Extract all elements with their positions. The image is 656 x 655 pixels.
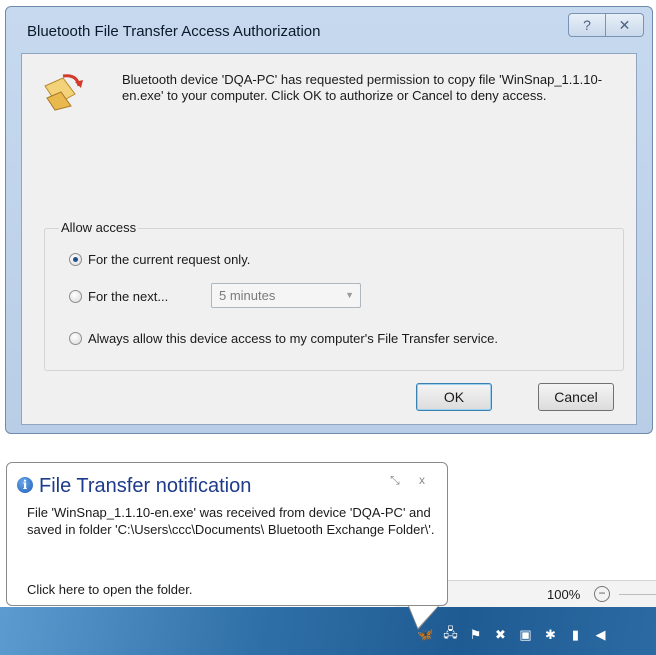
ok-button[interactable]: OK: [416, 383, 492, 411]
help-button[interactable]: ?: [568, 13, 606, 37]
display-icon[interactable]: ▣: [518, 627, 533, 642]
cancel-button[interactable]: Cancel: [538, 383, 614, 411]
allow-access-group: Allow access For the current request onl…: [44, 220, 624, 371]
option-current-request-label: For the current request only.: [88, 252, 251, 267]
option-for-next-label: For the next...: [88, 289, 169, 304]
zoom-out-button[interactable]: −: [594, 586, 610, 602]
notification-body: File 'WinSnap_1.1.10-en.exe' was receive…: [27, 505, 435, 537]
network-icon[interactable]: 🖧: [443, 625, 458, 642]
zoom-level: 100%: [547, 587, 581, 602]
option-current-request[interactable]: For the current request only.: [69, 252, 250, 267]
option-always-allow[interactable]: Always allow this device access to my co…: [69, 331, 498, 346]
permission-message: Bluetooth device 'DQA-PC' has requested …: [122, 72, 603, 103]
authorization-dialog: Bluetooth File Transfer Access Authoriza…: [5, 6, 653, 434]
info-icon: i: [17, 477, 33, 493]
dialog-title: Bluetooth File Transfer Access Authoriza…: [27, 23, 321, 40]
help-icon: ?: [583, 17, 591, 33]
action-center-flag-icon[interactable]: ⚑: [468, 627, 483, 642]
duration-select[interactable]: 5 minutes ▼: [211, 283, 361, 308]
balloon-tail: [409, 606, 438, 628]
cancel-icon[interactable]: ✖: [493, 627, 508, 642]
close-button[interactable]: ✕: [606, 13, 644, 37]
option-for-next[interactable]: For the next...: [69, 289, 168, 304]
radio-current-request[interactable]: [69, 253, 82, 266]
allow-access-label: Allow access: [59, 220, 139, 235]
file-transfer-notification[interactable]: i File Transfer notification ⤡ x File 'W…: [6, 462, 448, 630]
notification-title: File Transfer notification: [39, 475, 252, 497]
system-tray: 🦋 🖧 ⚑ ✖ ▣ ✱ ▮ ◀: [417, 625, 608, 642]
chevron-down-icon: ▼: [345, 290, 354, 300]
zoom-slider[interactable]: [619, 594, 656, 595]
radio-for-next[interactable]: [69, 290, 82, 303]
open-folder-link[interactable]: Click here to open the folder.: [27, 582, 193, 597]
bluetooth-icon[interactable]: ✱: [543, 627, 558, 642]
battery-icon[interactable]: ▮: [568, 627, 583, 642]
option-always-allow-label: Always allow this device access to my co…: [88, 331, 498, 346]
duration-value: 5 minutes: [219, 288, 276, 303]
dialog-client-area: Bluetooth device 'DQA-PC' has requested …: [21, 53, 637, 425]
window-buttons: ? ✕: [568, 13, 644, 37]
radio-always-allow[interactable]: [69, 332, 82, 345]
notification-controls[interactable]: ⤡ x: [390, 473, 433, 488]
file-transfer-icon: [44, 74, 83, 111]
volume-icon[interactable]: ◀: [593, 627, 608, 642]
close-icon: ✕: [618, 16, 631, 33]
